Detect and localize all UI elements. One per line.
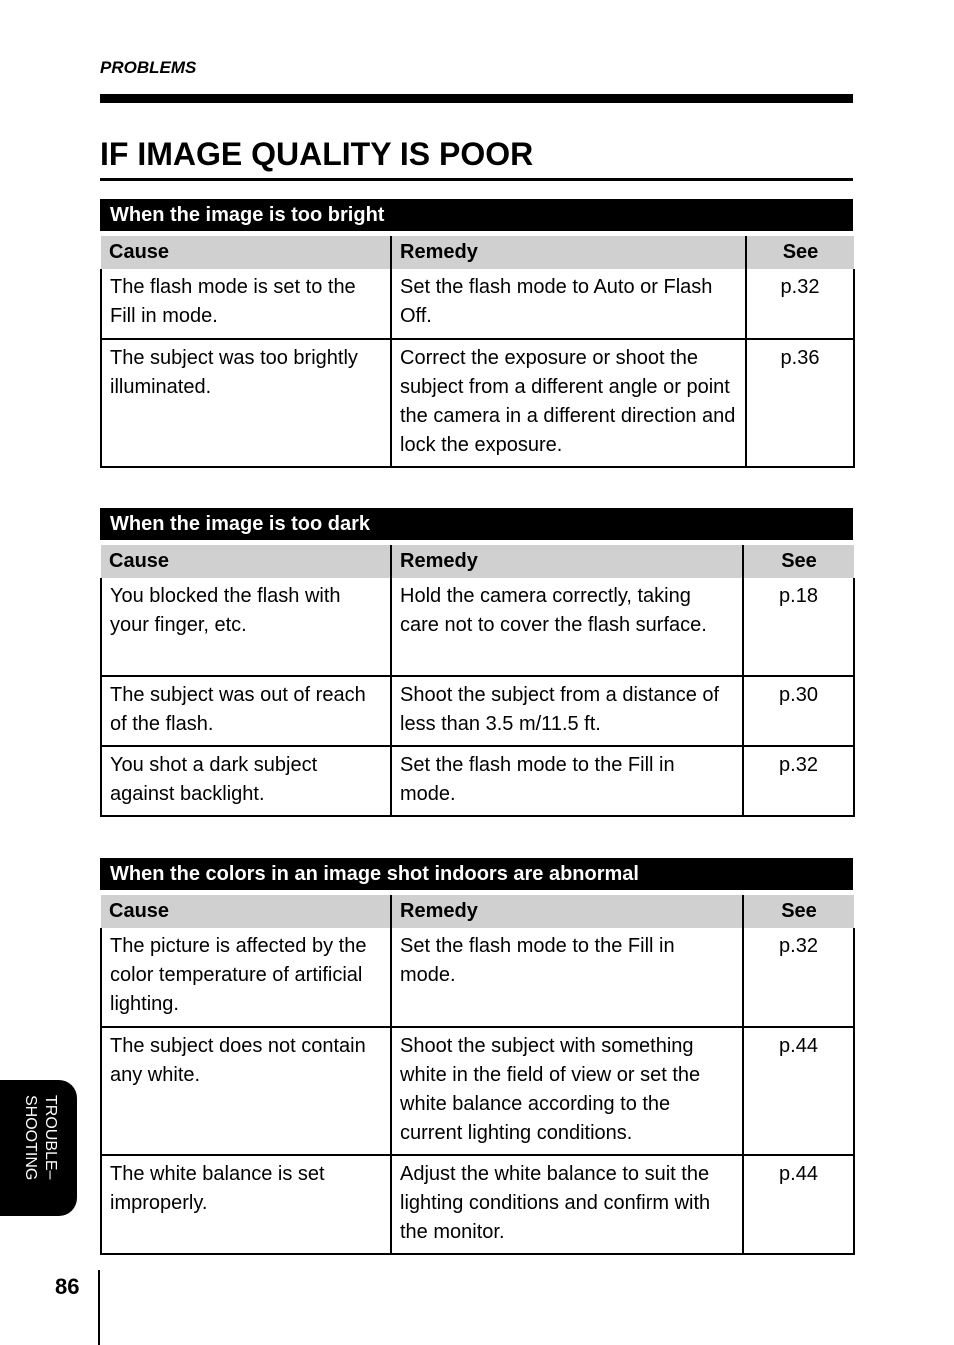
- table-row: You blocked the flash with your finger, …: [100, 578, 855, 676]
- remedy-cell: Adjust the white balance to suit the lig…: [390, 1155, 743, 1254]
- remedy-cell: Hold the camera correctly, taking care n…: [390, 578, 743, 676]
- remedy-cell: Shoot the subject from a distance of les…: [390, 676, 743, 746]
- remedy-cell: Set the flash mode to the Fill in mode.: [390, 928, 743, 1027]
- table-row: The white balance is set improperly. Adj…: [100, 1155, 855, 1254]
- column-header-remedy: Remedy: [390, 895, 743, 928]
- troubleshooting-table: Cause Remedy See The flash mode is set t…: [100, 236, 855, 468]
- cause-cell: The subject was too brightly illuminated…: [100, 339, 391, 467]
- cause-cell: You blocked the flash with your finger, …: [100, 578, 391, 676]
- cause-cell: The subject was out of reach of the flas…: [100, 676, 391, 746]
- remedy-cell: Set the flash mode to Auto or Flash Off.: [390, 269, 746, 339]
- page-reference: p.44: [742, 1027, 855, 1155]
- chapter-tab-line: SHOOTING: [22, 1095, 39, 1181]
- column-header-remedy: Remedy: [390, 545, 743, 578]
- cause-cell: The white balance is set improperly.: [100, 1155, 391, 1254]
- section-heading: When the image is too dark: [100, 508, 853, 540]
- running-head: PROBLEMS: [100, 58, 197, 77]
- page-reference: p.44: [742, 1155, 855, 1254]
- remedy-cell: Shoot the subject with something white i…: [390, 1027, 743, 1155]
- section-heading: When the colors in an image shot indoors…: [100, 858, 853, 890]
- page-reference: p.32: [742, 928, 855, 1027]
- chapter-tab-line: TROUBLE–: [42, 1095, 59, 1180]
- page-reference: p.32: [742, 746, 855, 816]
- table-row: The picture is affected by the color tem…: [100, 928, 855, 1027]
- top-rule: [100, 94, 853, 103]
- page-reference: p.32: [745, 269, 855, 339]
- column-header-see: See: [742, 895, 854, 928]
- remedy-cell: Set the flash mode to the Fill in mode.: [390, 746, 743, 816]
- table-row: The flash mode is set to the Fill in mod…: [100, 269, 855, 339]
- title-rule: [100, 178, 853, 181]
- page-title: IF IMAGE QUALITY IS POOR: [100, 136, 534, 172]
- column-header-see: See: [742, 545, 854, 578]
- column-header-see: See: [745, 236, 854, 269]
- section-too-dark: When the image is too dark Cause Remedy …: [100, 508, 855, 817]
- table-row: The subject does not contain any white. …: [100, 1027, 855, 1155]
- section-indoor-colors: When the colors in an image shot indoors…: [100, 858, 855, 1255]
- section-heading: When the image is too bright: [100, 199, 853, 231]
- column-header-remedy: Remedy: [390, 236, 746, 269]
- troubleshooting-table: Cause Remedy See The picture is affected…: [100, 895, 855, 1255]
- cause-cell: You shot a dark subject against backligh…: [100, 746, 391, 816]
- page-number-rule: [98, 1270, 100, 1345]
- page-reference: p.36: [745, 339, 855, 467]
- column-header-cause: Cause: [101, 236, 391, 269]
- table-row: You shot a dark subject against backligh…: [100, 746, 855, 816]
- table-row: The subject was too brightly illuminated…: [100, 339, 855, 467]
- cause-cell: The picture is affected by the color tem…: [100, 928, 391, 1027]
- troubleshooting-table: Cause Remedy See You blocked the flash w…: [100, 545, 855, 817]
- chapter-tab-label: TROUBLE– SHOOTING: [20, 1095, 60, 1180]
- page-reference: p.30: [742, 676, 855, 746]
- page-reference: p.18: [742, 578, 855, 676]
- column-header-cause: Cause: [101, 545, 391, 578]
- section-too-bright: When the image is too bright Cause Remed…: [100, 199, 855, 468]
- table-row: The subject was out of reach of the flas…: [100, 676, 855, 746]
- remedy-cell: Correct the exposure or shoot the subjec…: [390, 339, 746, 467]
- column-header-cause: Cause: [101, 895, 391, 928]
- cause-cell: The flash mode is set to the Fill in mod…: [100, 269, 391, 339]
- cause-cell: The subject does not contain any white.: [100, 1027, 391, 1155]
- page-number: 86: [55, 1274, 80, 1299]
